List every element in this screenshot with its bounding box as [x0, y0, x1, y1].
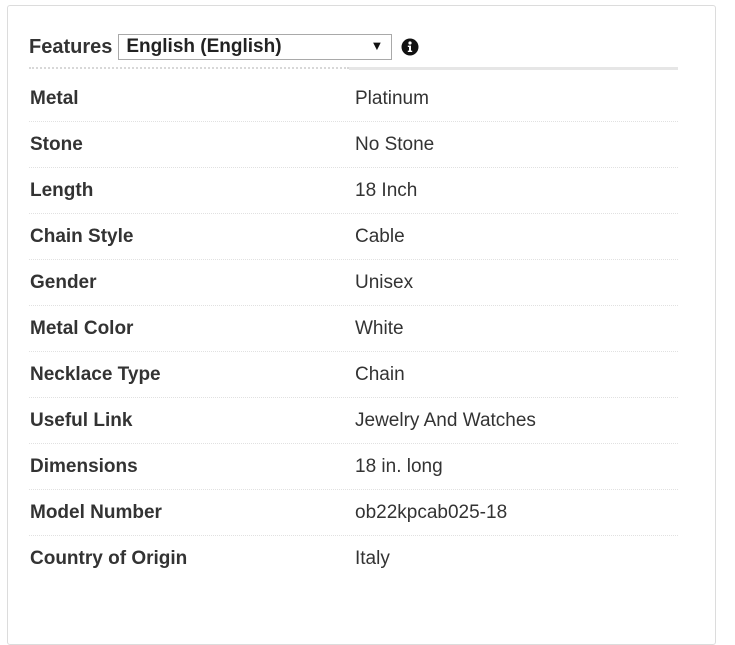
features-title: Features [29, 35, 113, 58]
row-value: 18 Inch [355, 180, 418, 201]
row-key: Necklace Type [30, 364, 161, 385]
row-value: Italy [355, 548, 390, 569]
table-row: Model Number ob22kpcab025-18 [29, 490, 678, 536]
language-select-value: English (English) [126, 36, 282, 57]
row-value: Platinum [355, 88, 429, 109]
row-key: Length [30, 180, 94, 201]
row-value: No Stone [355, 134, 435, 155]
table-row: Dimensions 18 in. long [29, 444, 678, 490]
useful-link[interactable]: Jewelry And Watches [355, 410, 536, 432]
header-divider-dotted [29, 67, 349, 69]
row-key: Dimensions [30, 456, 138, 477]
table-row: Necklace Type Chain [29, 352, 678, 398]
chevron-down-icon: ▼ [370, 38, 384, 53]
table-row: Stone No Stone [29, 122, 678, 168]
table-row: Useful Link Jewelry And Watches [29, 398, 678, 444]
table-row: Length 18 Inch [29, 168, 678, 214]
row-key: Gender [30, 272, 97, 293]
row-key: Metal Color [30, 318, 134, 339]
row-value: ob22kpcab025-18 [355, 502, 508, 523]
row-key: Useful Link [30, 410, 133, 431]
table-row: Metal Platinum [29, 76, 678, 122]
row-value: 18 in. long [355, 456, 443, 477]
row-key: Metal [30, 88, 79, 109]
row-key: Model Number [30, 502, 162, 523]
table-row: Gender Unisex [29, 260, 678, 306]
table-row: Country of Origin Italy [29, 536, 678, 582]
header-divider [29, 66, 678, 70]
row-value: Unisex [355, 272, 414, 293]
features-table: Metal Platinum Stone No Stone Length 18 … [29, 76, 678, 582]
table-row: Metal Color White [29, 306, 678, 352]
language-select[interactable]: English (English) ▼ [118, 34, 393, 60]
header-divider-solid [349, 67, 678, 70]
row-key: Chain Style [30, 226, 134, 247]
row-value: White [355, 318, 404, 339]
row-value: Chain [355, 364, 405, 385]
row-key: Country of Origin [30, 548, 188, 569]
info-circle-icon[interactable] [401, 38, 419, 56]
features-header: Features English (English) ▼ [29, 32, 419, 62]
row-key: Stone [30, 134, 83, 155]
row-value: Cable [355, 226, 405, 247]
table-row: Chain Style Cable [29, 214, 678, 260]
